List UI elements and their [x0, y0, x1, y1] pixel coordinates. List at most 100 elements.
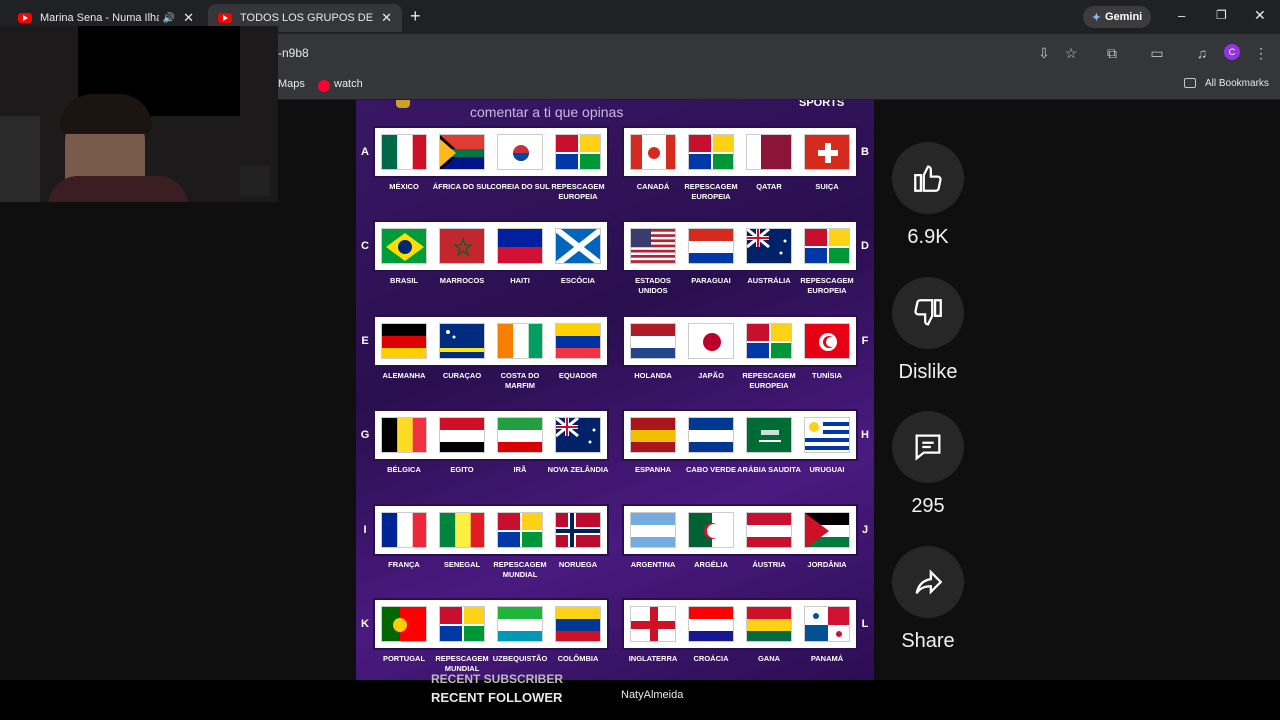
country-name: CABO VERDE: [685, 465, 736, 474]
flag-icon: [555, 228, 601, 264]
country-name: ARÁBIA SAUDITA: [737, 465, 801, 474]
recent-subscriber-label: RECENT SUBSCRIBER: [431, 674, 564, 684]
new-tab-button[interactable]: +: [410, 6, 421, 27]
country-name: ESPANHA: [634, 465, 672, 474]
country-name: HOLANDA: [634, 371, 672, 380]
flag-icon: [497, 228, 543, 264]
country-name: REPESCAGEM MUNDIAL: [435, 654, 489, 673]
youtube-icon: [218, 13, 232, 23]
dislike-action: Dislike: [892, 277, 964, 384]
flag-icon: [381, 512, 427, 548]
gemini-icon: ✦: [1091, 11, 1101, 24]
flag-icon: [555, 323, 601, 359]
flag-icon: [688, 228, 734, 264]
group-letter: J: [861, 524, 869, 536]
video-player[interactable]: comentar a ti que opinas SPORTS A MÉXICO Á…: [356, 100, 874, 680]
bookmark-maps[interactable]: Maps: [278, 78, 305, 90]
comments-button[interactable]: [892, 411, 964, 483]
country-name: COREIA DO SUL: [490, 182, 550, 191]
flag-icon: [630, 606, 676, 642]
flag-icon: [381, 417, 427, 453]
country-name: PARAGUAI: [691, 276, 731, 285]
country-name: CROÁCIA: [693, 654, 729, 663]
country-name: ARGENTINA: [630, 560, 676, 569]
media-controls-icon[interactable]: ♫: [1193, 44, 1211, 62]
country-name: ESTADOS UNIDOS: [635, 276, 671, 295]
country-name: REPESCAGEM EUROPEIA: [684, 182, 738, 201]
restore-icon[interactable]: ❐: [1216, 8, 1227, 22]
tab-title: Marina Sena - Numa Ilha (L: [40, 12, 159, 24]
flag-icon: [381, 228, 427, 264]
flag-icon: [381, 323, 427, 359]
close-tab-icon[interactable]: ✕: [381, 10, 392, 26]
like-button[interactable]: [892, 142, 964, 214]
country-name: AUSTRÁLIA: [747, 276, 791, 285]
group-b-card: [622, 126, 858, 178]
youtube-icon: [318, 80, 330, 92]
country-name: REPESCAGEM EUROPEIA: [551, 182, 605, 201]
dislike-button[interactable]: [892, 277, 964, 349]
country-name: UZBEQUISTÃO: [492, 654, 548, 663]
country-name: NOVA ZELÂNDIA: [547, 465, 609, 474]
youtube-icon: [18, 13, 32, 23]
bookmark-star-icon[interactable]: ☆: [1062, 44, 1080, 62]
country-name: ALEMANHA: [382, 371, 426, 380]
group-g-card: [373, 409, 609, 461]
flag-icon: [497, 512, 543, 548]
country-name: BRASIL: [390, 276, 418, 285]
group-j-card: [622, 504, 858, 556]
flag-icon: [804, 512, 850, 548]
group-a-card: [373, 126, 609, 178]
thumbs-up-icon: [914, 165, 942, 192]
close-tab-icon[interactable]: ✕: [183, 10, 194, 26]
group-letter: F: [861, 335, 869, 347]
profile-avatar[interactable]: C: [1224, 44, 1240, 60]
webcam-object: [240, 166, 270, 196]
menu-icon[interactable]: ⋮: [1252, 44, 1270, 62]
country-name: REPESCAGEM EUROPEIA: [742, 371, 796, 390]
country-name: QATAR: [756, 182, 782, 191]
country-name: INGLATERRA: [628, 654, 678, 663]
country-name: ESCÓCIA: [560, 276, 596, 285]
flag-icon: [439, 417, 485, 453]
gemini-button[interactable]: ✦ Gemini: [1083, 6, 1151, 28]
flag-icon: [746, 512, 792, 548]
flag-icon: [746, 323, 792, 359]
group-letter: H: [861, 429, 869, 441]
trophy-icon: [396, 100, 410, 108]
country-name: HAITI: [510, 276, 530, 285]
flag-icon: [630, 417, 676, 453]
title-cropped: [456, 100, 756, 108]
group-letter: B: [861, 146, 869, 158]
group-letter: G: [360, 429, 370, 441]
bookmark-watch[interactable]: watch: [334, 78, 363, 90]
cast-icon[interactable]: ▭: [1148, 44, 1166, 62]
webcam-background: [0, 116, 40, 202]
flag-icon: [804, 134, 850, 170]
group-letter: L: [861, 618, 869, 630]
country-name: EQUADOR: [558, 371, 598, 380]
minimize-icon[interactable]: –: [1178, 8, 1185, 23]
group-letter: E: [361, 335, 369, 347]
flag-icon: [439, 134, 485, 170]
extensions-icon[interactable]: ⧉: [1103, 44, 1121, 62]
flag-icon: [746, 134, 792, 170]
flag-icon: [439, 228, 485, 264]
address-bar[interactable]: -n9b8: [278, 46, 309, 60]
flag-icon: [381, 134, 427, 170]
country-name: ÁFRICA DO SUL: [432, 182, 492, 191]
speaker-icon[interactable]: 🔊: [163, 13, 175, 24]
like-count: 6.9K: [907, 226, 949, 248]
share-button[interactable]: [892, 546, 964, 618]
close-window-icon[interactable]: ✕: [1254, 7, 1266, 24]
country-name: TUNÍSIA: [812, 371, 842, 380]
install-app-icon[interactable]: ⇩: [1035, 44, 1053, 62]
country-name: ARGÉLIA: [694, 560, 728, 569]
country-name: PORTUGAL: [382, 654, 426, 663]
country-name: MÉXICO: [389, 182, 419, 191]
flag-icon: [381, 606, 427, 642]
country-name: IRÃ: [513, 465, 527, 474]
group-letter: A: [361, 146, 369, 158]
all-bookmarks[interactable]: All Bookmarks: [1205, 78, 1269, 89]
gemini-label: Gemini: [1104, 11, 1143, 23]
